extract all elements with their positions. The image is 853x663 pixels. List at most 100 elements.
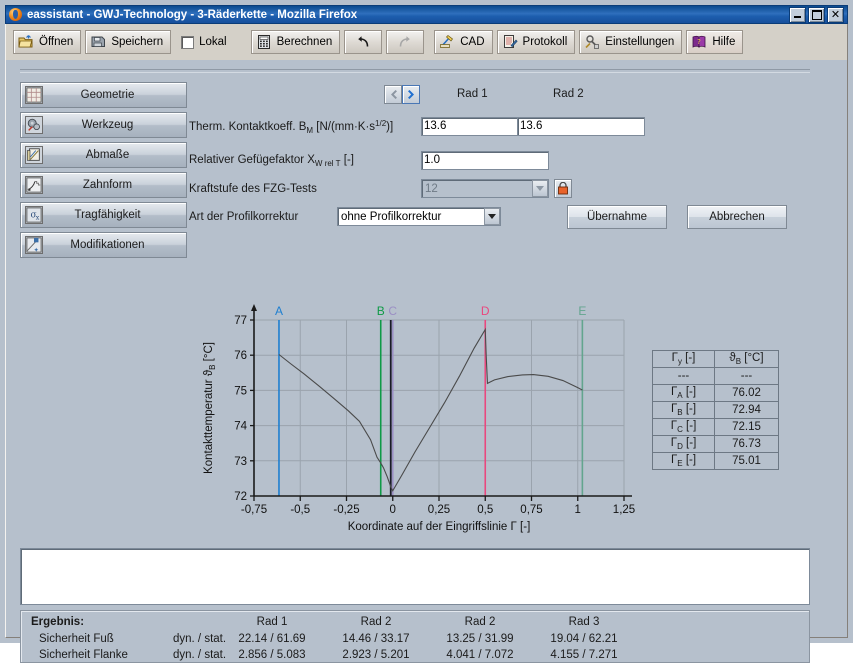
table-cell-value: 72.15: [714, 418, 779, 436]
relativer-gefuegefaktor-label: Relativer Gefügefaktor XW rel T [-]: [189, 154, 354, 168]
sidebar-item-geometrie[interactable]: Geometrie: [20, 82, 187, 108]
profilkorrektur-select[interactable]: ohne Profilkorrektur: [337, 207, 501, 226]
x-tick-label: -0,5: [290, 504, 310, 516]
open-button-label: Öffnen: [39, 36, 74, 48]
firefox-icon: [9, 8, 22, 21]
results-row-0-label: Sicherheit Fuß: [39, 633, 114, 645]
sidebar-item-abmasse-label: Abmaße: [85, 149, 130, 161]
gamma-results-table: Γy [-] ϑB [°C] --- --- ΓA [-] 76.02 ΓB [-] 72.9…: [652, 350, 779, 470]
chevron-down-icon[interactable]: [484, 208, 500, 225]
table-row: ΓA [-] 76.02: [652, 384, 779, 402]
y-tick-label: 75: [234, 385, 247, 397]
sidebar-item-geometrie-label: Geometrie: [80, 89, 135, 101]
table-cell-key: ΓB [-]: [652, 401, 715, 419]
results-row-1-value-0: 2.856 / 5.083: [238, 649, 306, 661]
application-window: eassistant - GWJ-Technology - 3-Räderket…: [0, 0, 853, 663]
lokal-checkbox[interactable]: Lokal: [175, 30, 233, 54]
sidebar-item-abmasse[interactable]: Abmaße: [20, 142, 187, 168]
results-row-1-value-2: 4.041 / 7.072: [446, 649, 514, 661]
x-tick-label: 0,25: [428, 504, 450, 516]
protokoll-button[interactable]: Protokoll: [496, 30, 576, 54]
table-row: ΓD [-] 76.73: [652, 435, 779, 453]
grid-icon: [25, 86, 43, 104]
table-cell-key: ---: [652, 367, 715, 385]
y-axis-label: Kontakttemperatur ϑB [°C]: [203, 342, 217, 474]
therm-kontaktkoeff-label: Therm. Kontaktkoeff. BM [N/(mm·K·s1/2)]: [189, 119, 394, 135]
column-header-rad1: Rad 1: [457, 88, 488, 100]
sidebar-item-zahnform[interactable]: Zahnform: [20, 172, 187, 198]
berechnen-button-label: Berechnen: [276, 36, 333, 48]
ruler-sheet-icon: [25, 146, 43, 164]
lokal-label: Lokal: [199, 36, 227, 48]
results-panel: Ergebnis: Rad 1 Rad 2 Rad 2 Rad 3 Sicher…: [20, 610, 810, 663]
tooth-profile-icon: [25, 176, 43, 194]
results-row-0-value-3: 19.04 / 62.21: [550, 633, 618, 645]
cad-button-label: CAD: [460, 36, 485, 48]
floppy-disk-icon: [91, 36, 106, 47]
y-tick-label: 72: [234, 491, 247, 503]
window-controls: ✕: [789, 6, 847, 23]
berechnen-button[interactable]: Berechnen: [250, 30, 341, 54]
results-column-header-2: Rad 2: [464, 616, 496, 628]
sidebar-item-tragfaehigkeit[interactable]: σ x Tragfähigkeit: [20, 202, 187, 228]
sidebar-item-werkzeug[interactable]: Werkzeug: [20, 112, 187, 138]
table-header-row: Γy [-] ϑB [°C]: [652, 350, 779, 368]
open-folder-icon: [18, 35, 33, 48]
maximize-button[interactable]: [808, 6, 825, 23]
close-button[interactable]: ✕: [827, 6, 844, 23]
therm-kontaktkoeff-rad2-input[interactable]: 13.6: [517, 117, 645, 136]
y-axis-arrow: [251, 304, 257, 311]
results-row-1-value-3: 4.155 / 7.271: [550, 649, 618, 661]
message-panel[interactable]: [20, 548, 810, 605]
sidebar-item-modifikationen[interactable]: Modifikationen: [20, 232, 187, 258]
x-tick-label: -0,75: [241, 504, 267, 516]
results-row-1-sublabel: dyn. / stat.: [173, 649, 227, 661]
results-row-0-value-1: 14.46 / 33.17: [342, 633, 410, 645]
einstellungen-button[interactable]: Einstellungen: [579, 30, 683, 54]
wrench-gear-icon: [585, 35, 600, 49]
client-area: Geometrie Werkzeug Abmaße Zahnform σ x T…: [5, 60, 848, 663]
kraftstufe-lock-button[interactable]: [554, 179, 572, 198]
x-tick-label: 0,5: [477, 504, 493, 516]
apply-button[interactable]: Übernahme: [567, 205, 667, 229]
protokoll-button-label: Protokoll: [522, 36, 568, 48]
x-tick-label: 1: [575, 504, 581, 516]
checkbox-icon[interactable]: [181, 35, 195, 49]
y-tick-label: 73: [234, 456, 247, 468]
marker-label-A: A: [275, 304, 283, 318]
undo-button[interactable]: [344, 30, 383, 54]
relativer-gefuegefaktor-input[interactable]: 1.0: [421, 151, 549, 170]
results-row-1-label: Sicherheit Flanke: [39, 649, 128, 661]
y-tick-label: 74: [234, 421, 247, 433]
table-cell-key: ΓA [-]: [652, 384, 715, 402]
kraftstufe-label: Kraftstufe des FZG-Tests: [189, 183, 317, 195]
profilkorrektur-label: Art der Profilkorrektur: [189, 211, 299, 223]
prev-record-button[interactable]: [384, 85, 402, 104]
svg-text:x: x: [36, 214, 40, 221]
chevron-left-icon: [390, 90, 397, 99]
open-button[interactable]: Öffnen: [13, 30, 82, 54]
x-axis-label: Koordinate auf der Eingriffslinie Γ [-]: [348, 521, 531, 533]
cad-button[interactable]: CAD: [434, 30, 493, 54]
marker-label-E: E: [578, 304, 586, 318]
hilfe-button[interactable]: ? Hilfe: [686, 30, 744, 54]
table-cell-value: 76.02: [714, 384, 779, 402]
profilkorrektur-value: ohne Profilkorrektur: [341, 210, 442, 223]
next-record-button[interactable]: [402, 85, 420, 104]
table-header-cell: ϑB [°C]: [714, 350, 779, 368]
sidebar-item-werkzeug-label: Werkzeug: [81, 119, 134, 131]
results-column-header-1: Rad 2: [360, 616, 392, 628]
chevron-right-icon: [407, 90, 414, 99]
kraftstufe-value: 12: [425, 182, 438, 195]
table-header-cell: Γy [-]: [652, 350, 715, 368]
table-row: ΓC [-] 72.15: [652, 418, 779, 436]
table-cell-value: ---: [714, 367, 779, 385]
save-button[interactable]: Speichern: [85, 30, 172, 54]
minimize-button[interactable]: [789, 6, 806, 23]
redo-button: [386, 30, 425, 54]
y-tick-label: 77: [234, 315, 247, 327]
table-cell-value: 72.94: [714, 401, 779, 419]
cancel-button[interactable]: Abbrechen: [687, 205, 787, 229]
table-row: --- ---: [652, 367, 779, 385]
results-column-header-3: Rad 3: [568, 616, 600, 628]
